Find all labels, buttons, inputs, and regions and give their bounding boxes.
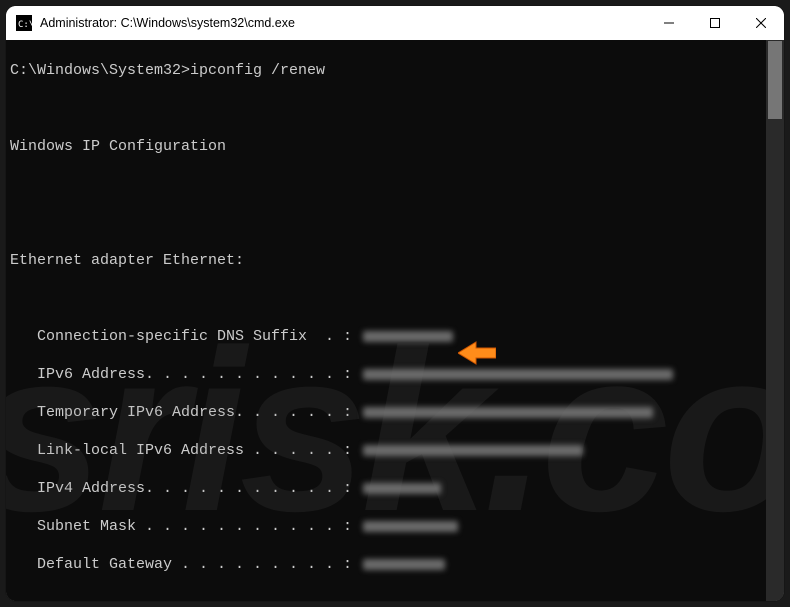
window-title: Administrator: C:\Windows\system32\cmd.e… [40, 16, 646, 30]
cmd-window: C:\ Administrator: C:\Windows\system32\c… [6, 6, 784, 601]
redacted-value [363, 407, 653, 418]
close-button[interactable] [738, 6, 784, 40]
maximize-button[interactable] [692, 6, 738, 40]
redacted-value [363, 331, 453, 342]
titlebar[interactable]: C:\ Administrator: C:\Windows\system32\c… [6, 6, 784, 40]
scrollbar-thumb[interactable] [768, 41, 782, 119]
redacted-value [363, 445, 583, 456]
minimize-button[interactable] [646, 6, 692, 40]
prompt: C:\Windows\System32> [10, 62, 190, 79]
command-text: ipconfig /renew [190, 62, 325, 79]
watermark-text: srisk.com [6, 421, 766, 440]
cmd-icon: C:\ [16, 15, 32, 31]
label: Link-local IPv6 Address . . . . . : [10, 442, 361, 459]
output-line: Windows IP Configuration [10, 137, 764, 156]
label: IPv4 Address. . . . . . . . . . . : [10, 480, 361, 497]
label: IPv6 Address. . . . . . . . . . . : [10, 366, 361, 383]
redacted-value [363, 483, 441, 494]
window-controls [646, 6, 784, 40]
scrollbar[interactable] [766, 40, 784, 601]
label: Connection-specific DNS Suffix . : [10, 328, 361, 345]
terminal-output[interactable]: C:\Windows\System32>ipconfig /renew Wind… [6, 40, 766, 601]
terminal-area: C:\Windows\System32>ipconfig /renew Wind… [6, 40, 784, 601]
redacted-value [363, 521, 458, 532]
label: Default Gateway . . . . . . . . . : [10, 556, 361, 573]
label: Temporary IPv6 Address. . . . . . : [10, 404, 361, 421]
output-line: Ethernet adapter Ethernet: [10, 251, 764, 270]
label: Subnet Mask . . . . . . . . . . . : [10, 518, 361, 535]
redacted-value [363, 369, 673, 380]
svg-text:C:\: C:\ [18, 20, 32, 30]
redacted-value [363, 559, 445, 570]
